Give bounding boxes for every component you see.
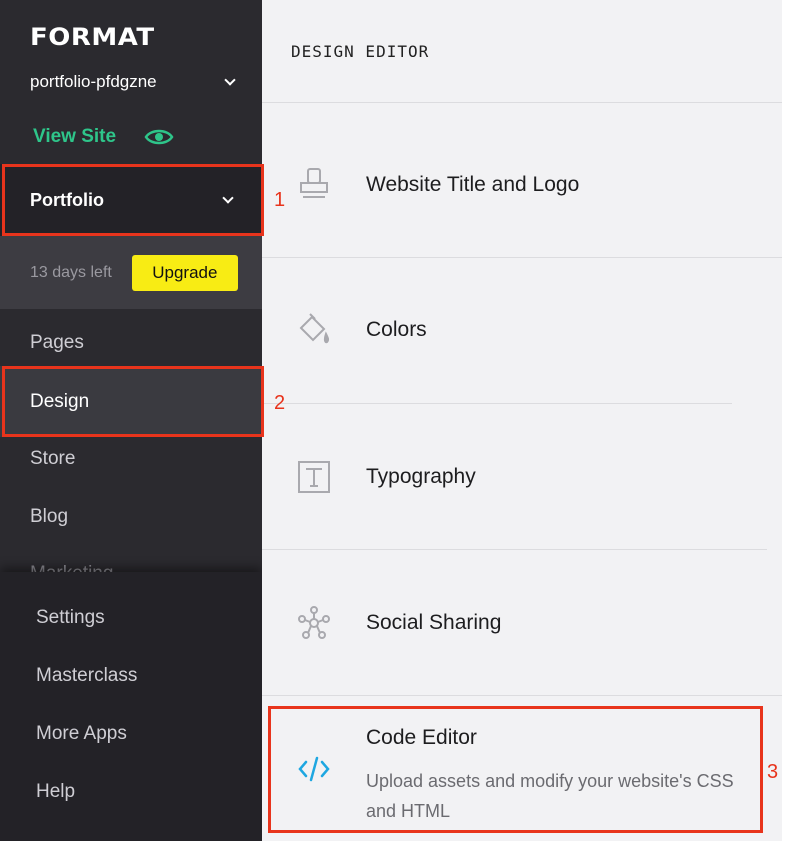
design-item-title-logo[interactable]: Website Title and Logo (262, 160, 762, 210)
design-item-label: Typography (366, 465, 476, 488)
network-icon (296, 605, 332, 641)
bottom-menu: Settings Masterclass More Apps Help (0, 572, 262, 841)
view-site-label: View Site (33, 126, 117, 147)
design-item-label: Colors (366, 318, 427, 341)
menu-item-more-apps[interactable]: More Apps (36, 723, 127, 745)
annotation-number-2: 2 (274, 392, 286, 414)
paint-bucket-icon (296, 312, 332, 348)
view-site-link[interactable]: View Site (33, 126, 174, 148)
upgrade-button[interactable]: Upgrade (131, 254, 238, 291)
window-edge (782, 0, 786, 841)
highlight-box-3 (268, 706, 763, 833)
site-selector[interactable]: portfolio-pfdgzne (30, 68, 240, 96)
menu-item-settings[interactable]: Settings (36, 607, 105, 629)
sidebar-item-store[interactable]: Store (30, 448, 75, 470)
site-selector-value: portfolio-pfdgzne (30, 72, 157, 91)
eye-icon (144, 129, 174, 145)
stamp-icon (296, 167, 332, 203)
divider (262, 257, 784, 258)
annotation-number-3: 3 (767, 761, 779, 783)
design-item-social-sharing[interactable]: Social Sharing (262, 598, 762, 648)
divider (262, 695, 784, 696)
brand-logo[interactable]: FORMAT (30, 24, 155, 52)
annotation-number-1: 1 (274, 189, 286, 211)
design-item-label: Website Title and Logo (366, 173, 580, 196)
sidebar-item-pages[interactable]: Pages (30, 332, 84, 354)
menu-item-help[interactable]: Help (36, 781, 75, 803)
chevron-down-icon (224, 74, 236, 86)
design-item-colors[interactable]: Colors (262, 305, 762, 355)
divider (262, 102, 784, 103)
design-item-label: Social Sharing (366, 611, 502, 634)
trial-days-left: 13 days left (30, 263, 112, 281)
divider (262, 403, 732, 404)
highlight-box-2 (2, 366, 264, 437)
divider (262, 549, 767, 550)
typography-icon (296, 459, 332, 495)
page-title: DESIGN EDITOR (291, 42, 430, 61)
design-item-typography[interactable]: Typography (262, 452, 762, 502)
highlight-box-1 (2, 164, 264, 236)
trial-banner: 13 days left Upgrade (0, 236, 262, 309)
sidebar-item-blog[interactable]: Blog (30, 506, 68, 528)
menu-item-masterclass[interactable]: Masterclass (36, 665, 137, 687)
